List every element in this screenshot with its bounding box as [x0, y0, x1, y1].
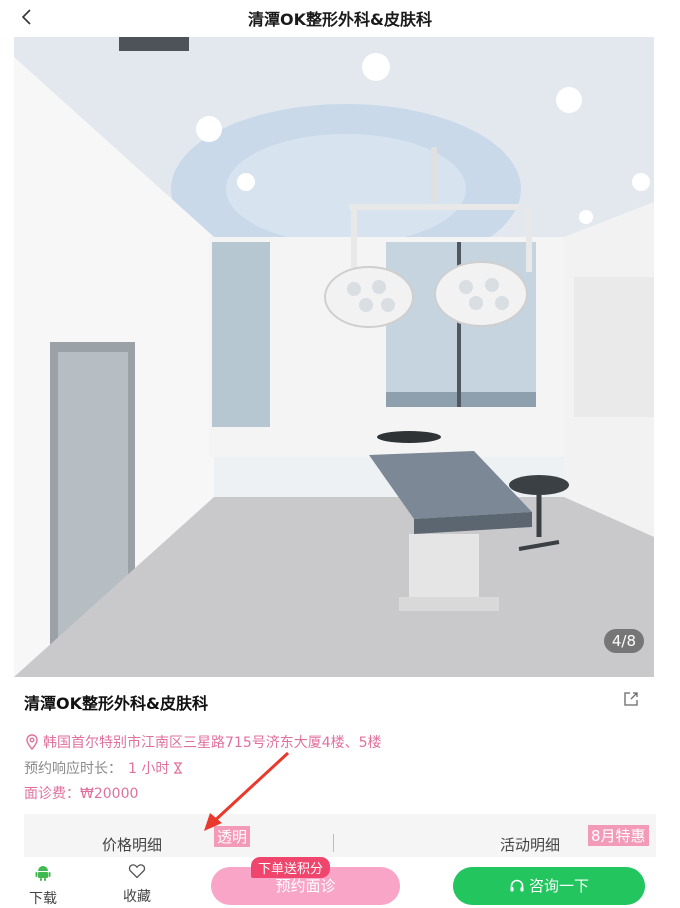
clinic-photo[interactable]: 4/8 [14, 37, 654, 677]
points-promo-tag: 下单送积分 [251, 857, 331, 878]
tab-price-details[interactable]: 价格明细 [102, 834, 162, 855]
august-special-annotation: 8月特惠 [588, 825, 649, 846]
headset-icon [510, 879, 524, 892]
response-time-row: 预约响应时长： 1 小时 [24, 758, 184, 778]
download-button[interactable]: 下载 [18, 857, 68, 908]
download-label: 下载 [29, 891, 57, 907]
bottom-action-bar: 下载 收藏 预约面诊 咨询一下 [0, 857, 680, 908]
top-bar: 清潭OK整形外科&皮肤科 [0, 0, 680, 34]
favorite-label: 收藏 [123, 889, 151, 905]
page-title: 清潭OK整形外科&皮肤科 [248, 10, 432, 29]
heart-icon [128, 864, 146, 879]
hourglass-icon [174, 762, 183, 774]
consultation-fee: 面诊费：₩20000 [24, 786, 139, 802]
annotation-arrow-icon [204, 751, 290, 831]
clinic-name: 清潭OK整形外科&皮肤科 [24, 694, 208, 713]
operating-room-image [14, 37, 654, 677]
tab-activity-details[interactable]: 活动明细 [500, 834, 560, 855]
consult-label: 咨询一下 [528, 877, 589, 895]
response-time-value: 1 小时 [128, 761, 170, 777]
consult-button[interactable]: 咨询一下 [453, 867, 645, 905]
android-icon [35, 866, 51, 881]
tab-divider [333, 834, 334, 852]
image-counter: 4/8 [603, 629, 644, 653]
location-pin-icon [26, 734, 38, 750]
response-time-label: 预约响应时长： [24, 761, 122, 777]
share-icon[interactable] [622, 690, 640, 708]
favorite-button[interactable]: 收藏 [112, 857, 162, 906]
